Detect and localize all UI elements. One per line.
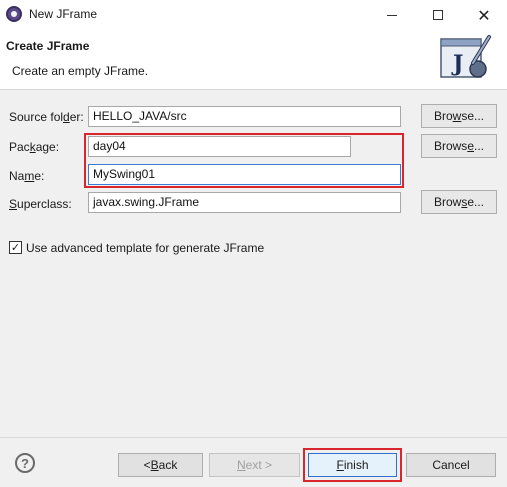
wizard-description: Create an empty JFrame. xyxy=(12,64,149,78)
next-button[interactable]: Next > xyxy=(209,453,300,477)
source-folder-label: Source folder: xyxy=(9,110,84,124)
source-folder-input[interactable]: HELLO_JAVA/src xyxy=(88,106,401,127)
close-icon: ✕ xyxy=(477,5,491,25)
jframe-wizard-icon: J xyxy=(440,35,491,78)
browse-source-folder-button[interactable]: Bro w se... xyxy=(421,104,497,128)
checkmark-icon: ✓ xyxy=(10,241,21,254)
cancel-button[interactable]: Cancel xyxy=(406,453,496,477)
browse-superclass-button[interactable]: Brow s e... xyxy=(421,190,497,214)
help-icon[interactable]: ? xyxy=(15,453,35,473)
finish-button[interactable]: Finish xyxy=(308,453,397,477)
browse-package-button[interactable]: Brows e... xyxy=(421,134,497,158)
name-label: Name: xyxy=(9,169,45,183)
wizard-icon-letter: J xyxy=(451,51,463,77)
minimize-icon xyxy=(387,14,397,16)
advanced-template-label[interactable]: Use advanced template for generate JFram… xyxy=(26,241,264,255)
eclipse-app-icon xyxy=(6,6,22,22)
minimize-button[interactable] xyxy=(369,0,415,30)
package-input[interactable]: day04 xyxy=(88,136,351,157)
window-title: New JFrame xyxy=(29,7,98,21)
package-label: Package: xyxy=(9,140,60,154)
superclass-label: Superclass: xyxy=(9,197,72,211)
superclass-input[interactable]: javax.swing.JFrame xyxy=(88,192,401,213)
name-input[interactable]: MySwing01 xyxy=(88,164,401,185)
maximize-button[interactable] xyxy=(415,0,461,30)
advanced-template-checkbox[interactable]: ✓ xyxy=(9,241,22,254)
footer-separator xyxy=(0,437,507,438)
back-button[interactable]: < Back xyxy=(118,453,203,477)
maximize-icon xyxy=(433,10,443,20)
close-button[interactable]: ✕ xyxy=(461,0,507,30)
wizard-title: Create JFrame xyxy=(6,39,90,53)
wizard-header: Create JFrame Create an empty JFrame. J xyxy=(0,30,507,90)
title-bar: New JFrame ✕ xyxy=(0,0,507,30)
